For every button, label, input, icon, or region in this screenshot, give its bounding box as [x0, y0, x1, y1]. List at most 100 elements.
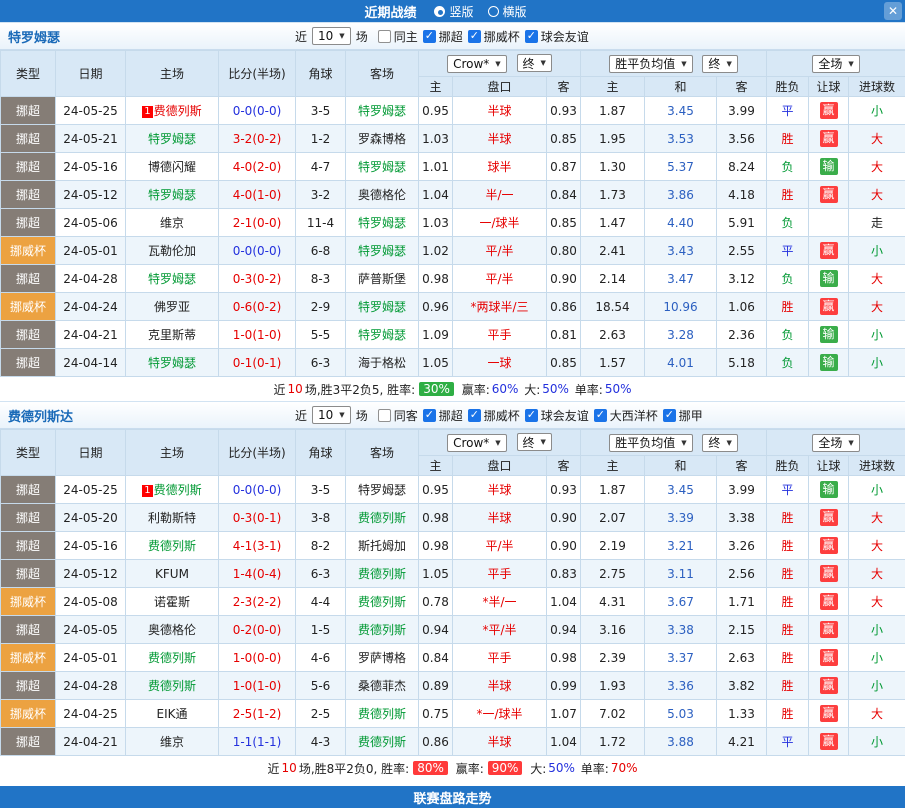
- asian-home-odds-cell: 0.75: [419, 700, 453, 728]
- europe-odds-group-header: 胜平负均值▼ 终▼: [581, 51, 767, 77]
- euro-home-odds-cell: 1.57: [581, 349, 645, 377]
- europe-odds-dropdown[interactable]: 胜平负均值▼: [609, 434, 692, 452]
- corner-cell: 3-8: [296, 504, 346, 532]
- result-cell: 胜: [767, 125, 809, 153]
- checkbox-label: 同主: [394, 28, 418, 45]
- odds-time-dropdown[interactable]: 终▼: [517, 54, 552, 72]
- euro-home-odds-cell: 2.63: [581, 321, 645, 349]
- euro-away-odds-cell: 1.71: [717, 588, 767, 616]
- goals-cell: 小: [849, 616, 905, 644]
- filter-checkbox[interactable]: 挪甲: [663, 407, 703, 424]
- handicap-result-cell: 赢: [809, 97, 849, 125]
- handicap-result-cell: 输: [809, 321, 849, 349]
- dialog-title: 近期战绩: [364, 2, 416, 21]
- away-cell: 特罗姆瑟: [346, 153, 419, 181]
- corner-cell: 3-5: [296, 476, 346, 504]
- asian-home-odds-cell: 1.03: [419, 209, 453, 237]
- bookmaker-dropdown[interactable]: Crow*▼: [447, 434, 507, 452]
- score-cell: 2-3(2-2): [219, 588, 296, 616]
- filter-checkbox[interactable]: 挪超: [423, 407, 463, 424]
- col-date: 日期: [56, 51, 126, 97]
- results-tbody: 挪超24-05-251费德列斯0-0(0-0)3-5特罗姆瑟0.95半球0.93…: [1, 97, 905, 377]
- filter-checkbox[interactable]: 球会友谊: [525, 407, 589, 424]
- chevron-down-icon: ▼: [541, 438, 546, 446]
- euro-home-odds-cell: 1.30: [581, 153, 645, 181]
- europe-time-dropdown[interactable]: 终▼: [702, 434, 737, 452]
- away-team-name: 费德列斯: [358, 707, 406, 721]
- league-cell: 挪威杯: [1, 237, 56, 265]
- goals-cell: 大: [849, 265, 905, 293]
- handicap-win-badge: 赢: [820, 509, 838, 526]
- filter-checkbox[interactable]: 挪威杯: [468, 407, 520, 424]
- result-cell: 胜: [767, 181, 809, 209]
- chevron-down-icon: ▼: [726, 439, 731, 447]
- asian-home-odds-cell: 1.02: [419, 237, 453, 265]
- close-icon[interactable]: ✕: [884, 2, 902, 20]
- layout-radio-vertical[interactable]: 竖版: [434, 3, 473, 20]
- asian-home-odds-cell: 0.89: [419, 672, 453, 700]
- euro-away-odds-cell: 5.18: [717, 349, 767, 377]
- date-cell: 24-05-21: [56, 125, 126, 153]
- handicap-cell: 半球: [453, 504, 547, 532]
- result-cell: 胜: [767, 560, 809, 588]
- matches-label: 场: [356, 407, 368, 424]
- col-goals: 进球数: [849, 456, 905, 476]
- league-cell: 挪超: [1, 153, 56, 181]
- home-cell: 费德列斯: [126, 672, 219, 700]
- team-name: 特罗姆瑟: [0, 27, 295, 46]
- home-cell: 特罗姆瑟: [126, 349, 219, 377]
- odds-time-dropdown[interactable]: 终▼: [517, 433, 552, 451]
- filter-checkbox[interactable]: 球会友谊: [525, 28, 589, 45]
- away-cell: 萨普斯堡: [346, 265, 419, 293]
- summary-segment: 10: [288, 382, 303, 396]
- result-cell: 胜: [767, 644, 809, 672]
- euro-away-odds-cell: 3.38: [717, 504, 767, 532]
- chevron-down-icon: ▼: [681, 60, 686, 68]
- asian-away-odds-cell: 0.90: [547, 532, 581, 560]
- filter-checkbox[interactable]: 同客: [378, 407, 418, 424]
- handicap-cell: *半/一: [453, 588, 547, 616]
- away-cell: 费德列斯: [346, 560, 419, 588]
- col-euro-draw: 和: [645, 456, 717, 476]
- asian-away-odds-cell: 0.93: [547, 476, 581, 504]
- goals-cell: 小: [849, 237, 905, 265]
- away-cell: 特罗姆瑟: [346, 476, 419, 504]
- home-team-name: 奥德格伦: [148, 623, 196, 637]
- scope-dropdown[interactable]: 全场▼: [812, 55, 859, 73]
- home-cell: 维京: [126, 209, 219, 237]
- summary-segment: 80%: [413, 761, 448, 775]
- layout-radio-horizontal[interactable]: 横版: [488, 3, 527, 20]
- filter-checkbox[interactable]: 挪超: [423, 28, 463, 45]
- bookmaker-dropdown[interactable]: Crow*▼: [447, 55, 507, 73]
- recent-count-dropdown[interactable]: 10 ▼: [312, 406, 351, 424]
- summary-segment: 60%: [492, 382, 519, 396]
- recent-count-dropdown[interactable]: 10 ▼: [312, 27, 351, 45]
- euro-home-odds-cell: 2.41: [581, 237, 645, 265]
- scope-dropdown[interactable]: 全场▼: [812, 434, 859, 452]
- europe-odds-dropdown[interactable]: 胜平负均值▼: [609, 55, 692, 73]
- summary-bar: 近10场,胜8平2负0, 胜率:80% 赢率:90% 大:50% 单率:70%: [0, 756, 905, 780]
- asian-home-odds-cell: 1.09: [419, 321, 453, 349]
- europe-odds-group-header: 胜平负均值▼ 终▼: [581, 430, 767, 456]
- handicap-win-badge: 赢: [820, 593, 838, 610]
- summary-segment: 大:: [526, 760, 546, 777]
- euro-draw-odds-cell: 3.36: [645, 672, 717, 700]
- home-cell: 特罗姆瑟: [126, 125, 219, 153]
- filter-checkbox[interactable]: 挪威杯: [468, 28, 520, 45]
- filter-checkbox[interactable]: 大西洋杯: [594, 407, 658, 424]
- handicap-cell: 平/半: [453, 237, 547, 265]
- handicap-cell: 平手: [453, 560, 547, 588]
- europe-time-dropdown[interactable]: 终▼: [702, 55, 737, 73]
- asian-home-odds-cell: 0.94: [419, 616, 453, 644]
- home-team-name: 利勒斯特: [148, 511, 196, 525]
- away-team-name: 罗萨博格: [358, 651, 406, 665]
- result-row: 挪超24-05-16费德列斯4-1(3-1)8-2斯托姆加0.98平/半0.90…: [1, 532, 905, 560]
- col-date: 日期: [56, 430, 126, 476]
- handicap-win-badge: 赢: [820, 130, 838, 147]
- home-team-name: 费德列斯: [154, 104, 202, 118]
- result-cell: 负: [767, 265, 809, 293]
- league-cell: 挪超: [1, 532, 56, 560]
- team-name: 费德列斯达: [0, 406, 295, 425]
- away-cell: 费德列斯: [346, 616, 419, 644]
- filter-checkbox[interactable]: 同主: [378, 28, 418, 45]
